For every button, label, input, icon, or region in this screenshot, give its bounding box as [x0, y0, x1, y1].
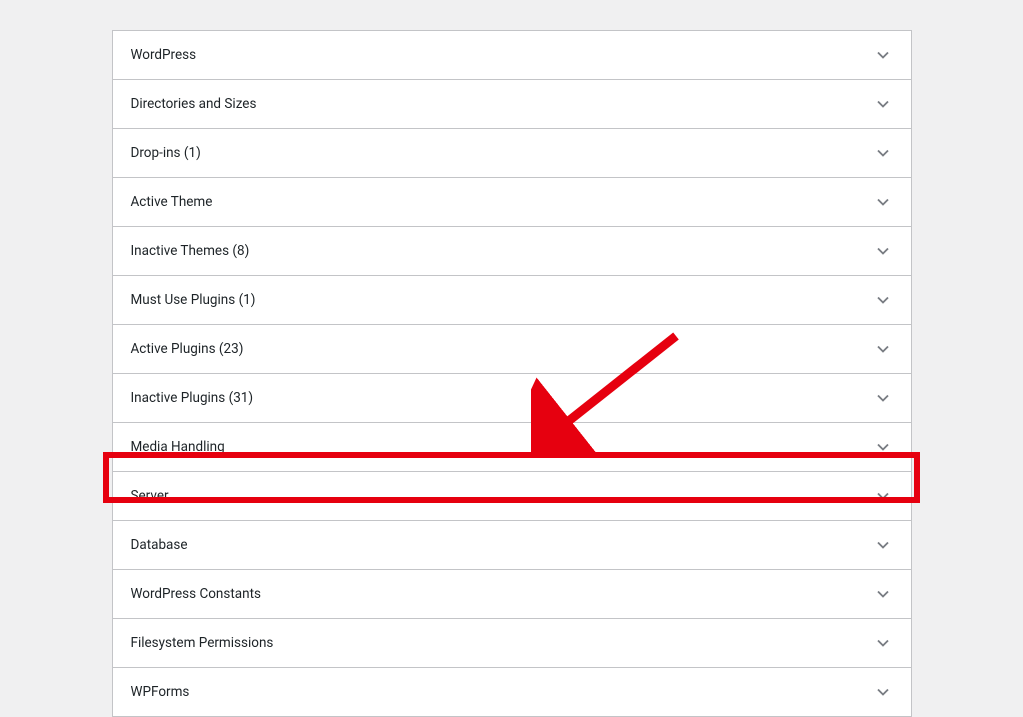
- chevron-down-icon: [873, 437, 893, 457]
- accordion-label: Must Use Plugins (1): [131, 292, 256, 308]
- accordion-item-active-plugins[interactable]: Active Plugins (23): [112, 324, 912, 373]
- accordion-item-inactive-plugins[interactable]: Inactive Plugins (31): [112, 373, 912, 422]
- chevron-down-icon: [873, 45, 893, 65]
- accordion-label: WPForms: [131, 684, 190, 700]
- accordion-item-active-theme[interactable]: Active Theme: [112, 177, 912, 226]
- accordion-item-wpforms[interactable]: WPForms: [112, 667, 912, 717]
- chevron-down-icon: [873, 290, 893, 310]
- chevron-down-icon: [873, 143, 893, 163]
- accordion-label: Drop-ins (1): [131, 145, 201, 161]
- accordion-label: Inactive Plugins (31): [131, 390, 254, 406]
- chevron-down-icon: [873, 584, 893, 604]
- chevron-down-icon: [873, 241, 893, 261]
- chevron-down-icon: [873, 192, 893, 212]
- accordion-label: WordPress: [131, 47, 197, 63]
- accordion-item-directories-and-sizes[interactable]: Directories and Sizes: [112, 79, 912, 128]
- chevron-down-icon: [873, 339, 893, 359]
- accordion-item-drop-ins[interactable]: Drop-ins (1): [112, 128, 912, 177]
- chevron-down-icon: [873, 682, 893, 702]
- accordion-item-wordpress-constants[interactable]: WordPress Constants: [112, 569, 912, 618]
- chevron-down-icon: [873, 388, 893, 408]
- accordion-label: Inactive Themes (8): [131, 243, 250, 259]
- accordion-item-wordpress[interactable]: WordPress: [112, 30, 912, 79]
- chevron-down-icon: [873, 486, 893, 506]
- accordion-item-server[interactable]: Server: [112, 471, 912, 520]
- accordion-label: Active Plugins (23): [131, 341, 244, 357]
- chevron-down-icon: [873, 633, 893, 653]
- accordion-label: Directories and Sizes: [131, 96, 257, 112]
- chevron-down-icon: [873, 94, 893, 114]
- accordion-label: Server: [131, 488, 169, 504]
- accordion-container: WordPress Directories and Sizes Drop-ins…: [112, 30, 912, 717]
- accordion-item-inactive-themes[interactable]: Inactive Themes (8): [112, 226, 912, 275]
- accordion-label: Active Theme: [131, 194, 213, 210]
- accordion-item-media-handling[interactable]: Media Handling: [112, 422, 912, 471]
- chevron-down-icon: [873, 535, 893, 555]
- accordion-item-database[interactable]: Database: [112, 520, 912, 569]
- accordion-item-filesystem-permissions[interactable]: Filesystem Permissions: [112, 618, 912, 667]
- accordion-item-must-use-plugins[interactable]: Must Use Plugins (1): [112, 275, 912, 324]
- accordion-label: Database: [131, 537, 188, 553]
- accordion-label: Media Handling: [131, 439, 225, 455]
- accordion-label: Filesystem Permissions: [131, 635, 274, 651]
- accordion-label: WordPress Constants: [131, 586, 261, 602]
